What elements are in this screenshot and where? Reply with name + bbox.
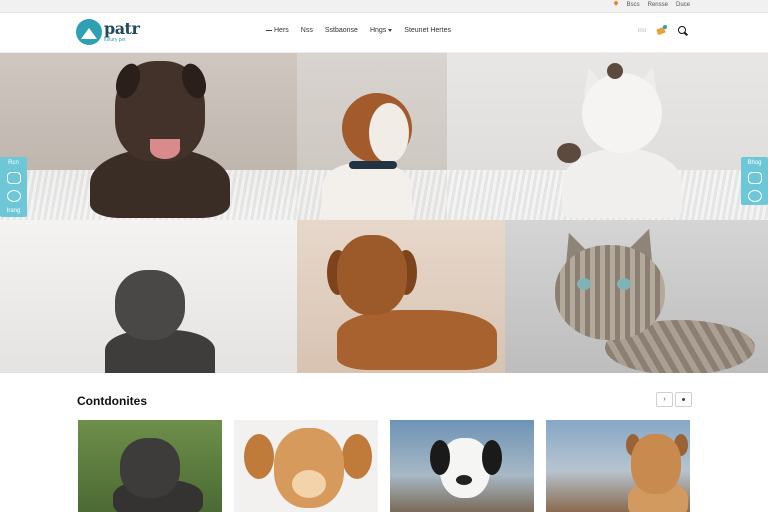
pet-card-2[interactable] bbox=[234, 420, 378, 512]
right-side-widget: Bhog bbox=[741, 157, 768, 205]
nav-item-4[interactable]: Hngs bbox=[369, 27, 393, 34]
gallery-photo-dark-dog[interactable] bbox=[0, 53, 297, 220]
logo-mountain-icon bbox=[76, 19, 102, 45]
pet-cards bbox=[78, 420, 690, 512]
utility-links: Bscs Rensse Duce bbox=[613, 1, 690, 9]
gallery-photo-brown-dog[interactable] bbox=[297, 220, 505, 373]
nav-item-1[interactable]: Hers bbox=[266, 27, 289, 34]
utility-link-1[interactable]: Bscs bbox=[627, 2, 640, 8]
left-side-widget: Rcn Irang bbox=[0, 157, 27, 217]
chevron-down-icon bbox=[388, 29, 393, 32]
location-pin-icon bbox=[613, 1, 619, 9]
car-icon[interactable] bbox=[6, 172, 21, 184]
site-logo[interactable]: patr luxury pet bbox=[76, 19, 140, 45]
gallery-photo-gray-dog[interactable] bbox=[0, 220, 297, 373]
header-tool-label[interactable]: Ino bbox=[638, 28, 646, 34]
carousel-pager: › bbox=[656, 392, 692, 407]
left-widget-sublabel: Irang bbox=[6, 208, 21, 214]
pet-card-1[interactable] bbox=[78, 420, 222, 512]
nav-item-5[interactable]: Steunet Hertes bbox=[404, 27, 451, 34]
nav-item-3[interactable]: Sstbaonse bbox=[325, 27, 358, 34]
section-title: Contdonites bbox=[77, 394, 147, 408]
search-icon[interactable] bbox=[678, 26, 688, 36]
paw-icon[interactable] bbox=[6, 190, 21, 202]
header-tools: Ino bbox=[638, 25, 688, 37]
site-header: patr luxury pet Hers Nss Sstbaonse Hngs … bbox=[0, 13, 768, 53]
utility-bar: Bscs Rensse Duce bbox=[0, 0, 768, 13]
gallery-photo-white-cat[interactable] bbox=[447, 53, 768, 220]
dash-icon bbox=[266, 30, 272, 31]
nav-item-2[interactable]: Nss bbox=[301, 27, 313, 34]
hero-gallery bbox=[0, 53, 768, 373]
gallery-photo-tabby-cat[interactable] bbox=[505, 220, 768, 373]
main-nav: Hers Nss Sstbaonse Hngs Steunet Hertes bbox=[266, 27, 451, 34]
gallery-photo-beagle[interactable] bbox=[297, 53, 447, 220]
dot-icon bbox=[682, 398, 685, 401]
nav-item-label: Sstbaonse bbox=[324, 27, 358, 34]
nav-item-label: Nss bbox=[300, 27, 313, 34]
right-widget-label: Bhog bbox=[747, 160, 762, 166]
utility-link-2[interactable]: Rensse bbox=[648, 2, 668, 8]
cart-icon[interactable] bbox=[656, 25, 668, 37]
settings-icon[interactable] bbox=[747, 190, 762, 202]
pager-next-button[interactable] bbox=[675, 392, 692, 407]
pet-card-3[interactable] bbox=[390, 420, 534, 512]
left-widget-label: Rcn bbox=[8, 160, 19, 166]
pager-prev-button[interactable]: › bbox=[656, 392, 673, 407]
nav-item-label: Hngs bbox=[369, 27, 387, 34]
nav-item-label: Hers bbox=[274, 27, 289, 34]
logo-word: patr bbox=[104, 19, 140, 38]
utility-link-3[interactable]: Duce bbox=[676, 2, 690, 8]
nav-item-label: Steunet Hertes bbox=[404, 27, 451, 34]
logo-tagline: luxury pet bbox=[104, 37, 126, 43]
pet-card-4[interactable] bbox=[546, 420, 690, 512]
share-icon[interactable] bbox=[747, 172, 762, 184]
